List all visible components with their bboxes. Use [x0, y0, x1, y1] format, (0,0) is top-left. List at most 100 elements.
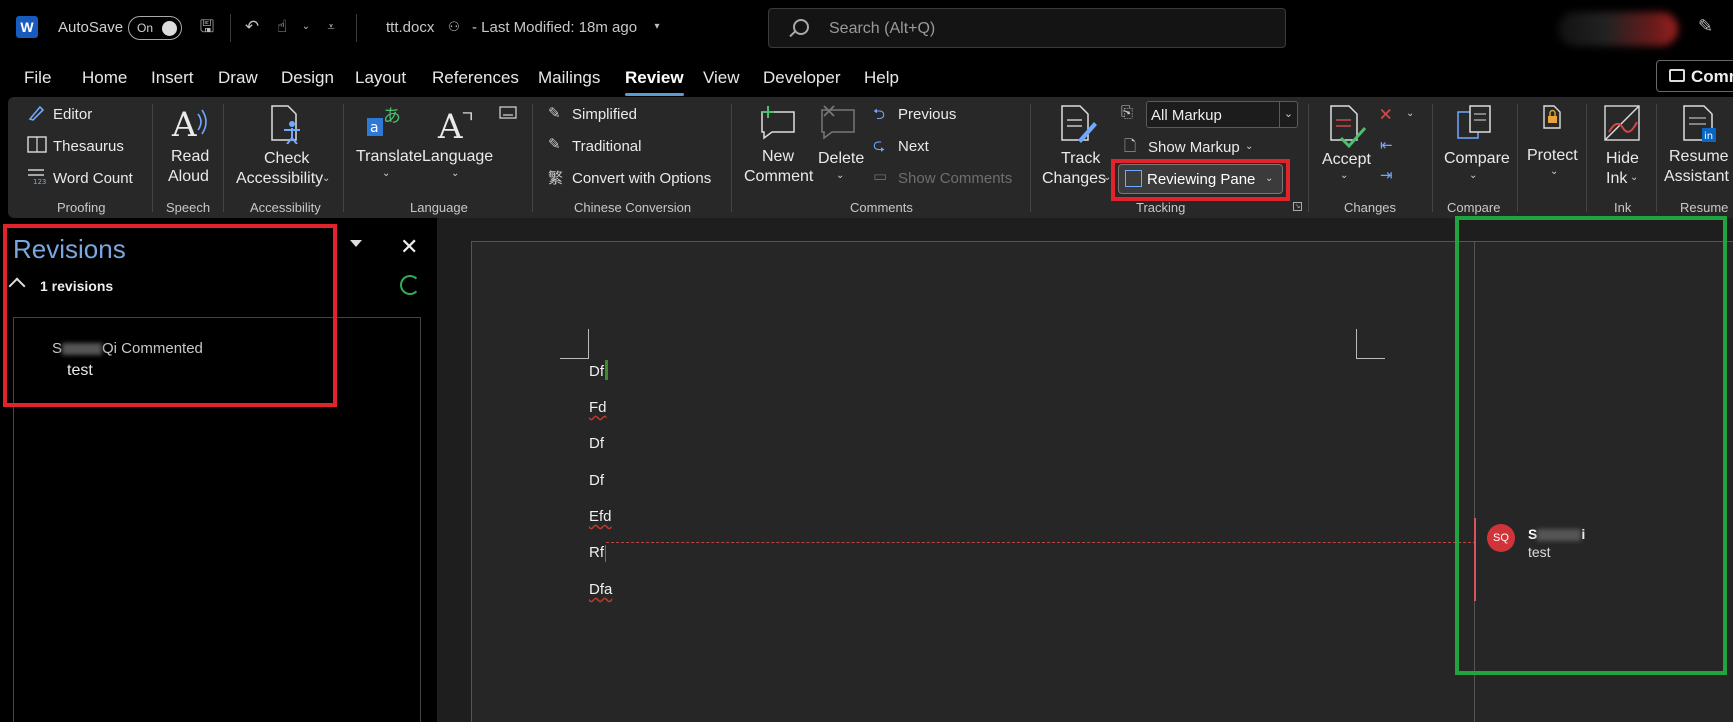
new-comment-label-2[interactable]: Comment: [744, 167, 813, 187]
chevron-down-icon[interactable]: ⌄: [1279, 102, 1297, 127]
last-modified-label[interactable]: - Last Modified: 18m ago: [472, 19, 637, 36]
hide-ink-label-1[interactable]: Hide: [1606, 149, 1639, 169]
compare-button[interactable]: Compare: [1444, 149, 1510, 169]
convert-with-options-button[interactable]: Convert with Options: [572, 170, 711, 187]
crop-mark-top-left: [560, 329, 589, 359]
word-app-icon[interactable]: W: [16, 16, 38, 38]
chevron-down-icon[interactable]: ⌄: [1469, 170, 1477, 181]
tab-help[interactable]: Help: [864, 68, 899, 88]
tab-design[interactable]: Design: [281, 68, 334, 88]
tab-draw[interactable]: Draw: [218, 68, 258, 88]
touch-mode-icon[interactable]: ☝: [271, 16, 293, 38]
group-label-proofing: Proofing: [57, 200, 106, 215]
keyboard-icon[interactable]: [499, 106, 517, 120]
customize-toolbar-icon[interactable]: ⩡: [320, 16, 342, 38]
tab-references[interactable]: References: [432, 68, 519, 88]
check-accessibility-label-2[interactable]: Accessibility: [236, 169, 323, 189]
editor-button[interactable]: Editor: [53, 106, 92, 123]
resume-assistant-icon: in: [1683, 105, 1716, 142]
protect-button[interactable]: Protect: [1527, 146, 1578, 166]
delete-comment-button[interactable]: Delete: [818, 149, 864, 169]
save-icon[interactable]: 🖫: [196, 16, 218, 38]
tab-file[interactable]: File: [24, 68, 51, 88]
chevron-down-icon[interactable]: ⌄: [1245, 141, 1253, 152]
chevron-down-icon[interactable]: ⌄: [836, 170, 844, 181]
pen-icon[interactable]: ✎: [1698, 16, 1713, 37]
read-aloud-label-1[interactable]: Read: [171, 147, 209, 167]
document-paragraph[interactable]: Df: [589, 472, 604, 489]
next-comment-button[interactable]: Next: [898, 138, 929, 155]
document-paragraph[interactable]: Df: [589, 435, 604, 452]
simplified-button[interactable]: Simplified: [572, 106, 637, 123]
document-paragraph[interactable]: Df: [589, 363, 604, 380]
chevron-down-icon[interactable]: ▾: [646, 16, 668, 38]
tab-insert[interactable]: Insert: [151, 68, 194, 88]
refresh-icon[interactable]: [400, 275, 420, 295]
new-comment-label-1[interactable]: New: [762, 147, 794, 167]
divider: [1432, 104, 1433, 212]
tab-view[interactable]: View: [703, 68, 740, 88]
traditional-button[interactable]: Traditional: [572, 138, 641, 155]
autosave-toggle-text: On: [137, 21, 154, 35]
highlight-box-markup-area: [1455, 216, 1727, 675]
word-count-button[interactable]: Word Count: [53, 170, 133, 187]
comments-button[interactable]: Comm: [1656, 60, 1733, 92]
close-icon[interactable]: ✕: [400, 234, 418, 260]
display-for-review-select[interactable]: All Markup ⌄: [1146, 101, 1298, 128]
divider: [223, 104, 224, 212]
previous-change-icon[interactable]: ⇤: [1380, 136, 1393, 154]
document-paragraph[interactable]: Fd: [589, 399, 607, 416]
previous-comment-button[interactable]: Previous: [898, 106, 956, 123]
translate-icon: aあ: [367, 106, 401, 136]
chevron-down-icon[interactable]: ⌄: [1406, 108, 1414, 119]
translate-button[interactable]: Translate: [356, 147, 422, 167]
show-markup-button[interactable]: Show Markup: [1148, 139, 1240, 156]
chevron-down-icon[interactable]: ⌄: [295, 16, 317, 38]
track-changes-label-2[interactable]: Changes: [1042, 169, 1106, 189]
thesaurus-icon: [27, 136, 47, 153]
tab-mailings[interactable]: Mailings: [538, 68, 600, 88]
document-paragraph[interactable]: Efd: [589, 508, 612, 525]
account-avatar[interactable]: [1558, 12, 1678, 46]
document-paragraph[interactable]: Dfa: [589, 581, 612, 598]
autosave-toggle[interactable]: On: [128, 16, 182, 40]
language-icon: Aㄱ: [437, 107, 475, 144]
reject-change-icon[interactable]: 🗙: [1380, 103, 1391, 128]
check-accessibility-label-1[interactable]: Check: [264, 149, 309, 169]
track-changes-label-1[interactable]: Track: [1061, 149, 1100, 169]
chevron-down-icon[interactable]: ⌄: [1340, 170, 1348, 181]
highlight-box-revisions-pane: [3, 224, 337, 407]
show-comments-button[interactable]: Show Comments: [898, 170, 1012, 187]
divider: [1030, 104, 1031, 212]
tracking-options-launcher-icon[interactable]: ↘: [1293, 202, 1302, 211]
resume-assistant-label-1[interactable]: Resume: [1669, 147, 1729, 167]
tab-home[interactable]: Home: [82, 68, 127, 88]
svg-text:A: A: [171, 105, 197, 144]
search-input[interactable]: Search (Alt+Q): [768, 8, 1286, 48]
svg-text:ㄱ: ㄱ: [460, 107, 475, 126]
chevron-down-icon[interactable]: ⌄: [1630, 172, 1638, 183]
pane-options-dropdown-icon[interactable]: [350, 240, 362, 247]
next-change-icon[interactable]: ⇥: [1380, 166, 1393, 184]
thesaurus-button[interactable]: Thesaurus: [53, 138, 124, 155]
chevron-down-icon[interactable]: ⌄: [382, 168, 390, 179]
document-paragraph-with-cursor[interactable]: Rf: [589, 544, 606, 562]
accept-button[interactable]: Accept: [1322, 150, 1371, 170]
document-filename[interactable]: ttt.docx: [386, 19, 434, 36]
next-comment-icon: ⮎: [873, 137, 886, 154]
language-button[interactable]: Language: [422, 147, 493, 167]
resume-assistant-label-2[interactable]: Assistant: [1664, 167, 1729, 187]
tab-review[interactable]: Review: [625, 68, 684, 96]
tab-layout[interactable]: Layout: [355, 68, 406, 88]
hide-ink-label-2[interactable]: Ink: [1606, 169, 1627, 189]
divider: [230, 14, 231, 42]
chevron-down-icon[interactable]: ⌄: [451, 168, 459, 179]
read-aloud-label-2[interactable]: Aloud: [168, 167, 209, 187]
tab-developer[interactable]: Developer: [763, 68, 841, 88]
undo-icon[interactable]: ↶: [241, 16, 263, 38]
divider: [731, 104, 732, 212]
divider: [343, 104, 344, 212]
new-comment-icon: [761, 106, 795, 140]
chevron-down-icon[interactable]: ⌄: [322, 173, 330, 184]
chevron-down-icon[interactable]: ⌄: [1550, 166, 1558, 177]
